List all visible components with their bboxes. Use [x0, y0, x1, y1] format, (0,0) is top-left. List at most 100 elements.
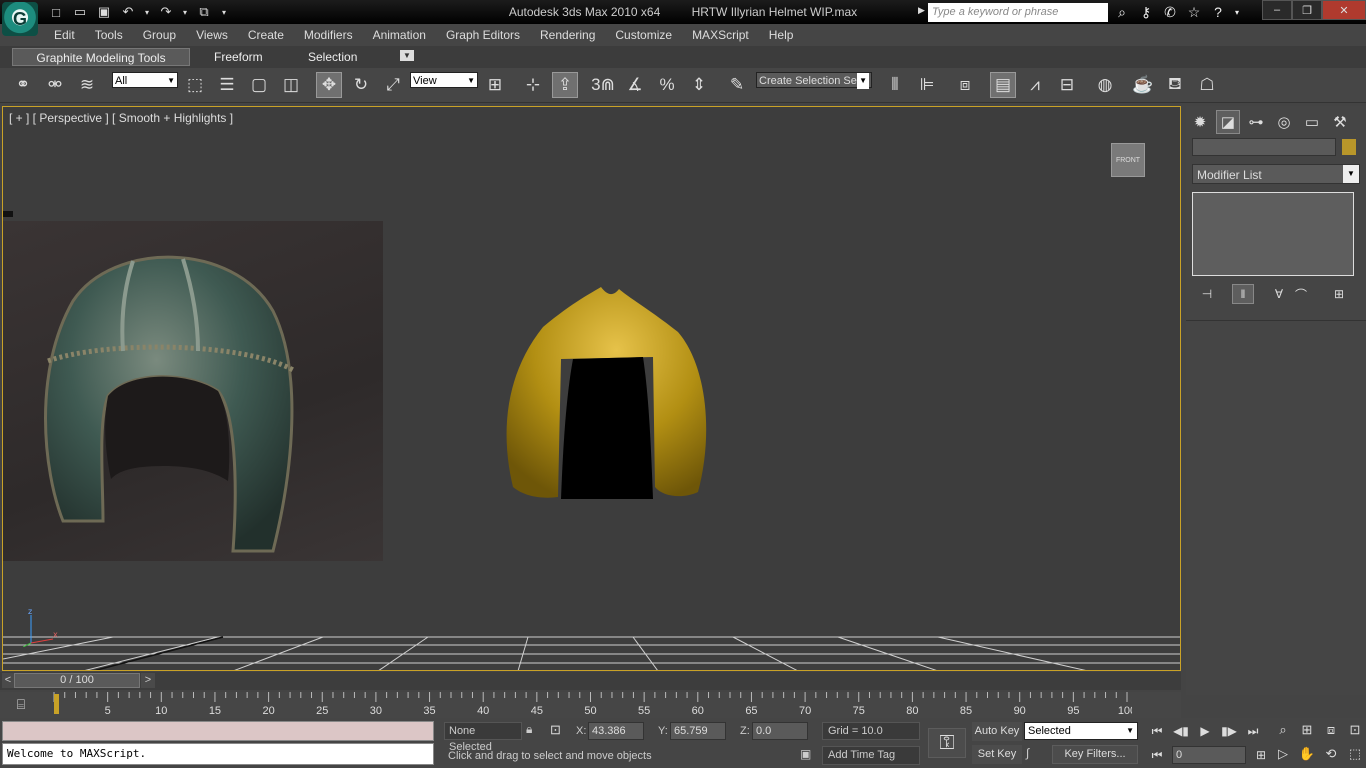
zoom-icon[interactable]: ⌕: [1272, 720, 1294, 740]
viewport-label-menu[interactable]: [ + ] [ Perspective ] [ Smooth + Highlig…: [9, 111, 233, 125]
add-time-tag-button[interactable]: Add Time Tag: [822, 746, 920, 765]
helmet-model-mesh[interactable]: [503, 287, 713, 510]
set-keys-key-icon[interactable]: ⚿: [928, 728, 966, 758]
key-mode-select[interactable]: Selected ▼: [1024, 722, 1138, 740]
close-icon[interactable]: ✕: [1322, 0, 1366, 20]
quick-access-dropdown-icon[interactable]: ▾: [218, 2, 230, 22]
key-filters-button[interactable]: Key Filters...: [1052, 745, 1138, 764]
spinner-snap-toggle-icon[interactable]: ⇕: [686, 72, 712, 98]
key-mode-toggle-icon[interactable]: ⏮: [1146, 746, 1168, 764]
select-and-move-icon[interactable]: ✥: [316, 72, 342, 98]
reference-image-plane[interactable]: [3, 221, 383, 561]
select-object-icon[interactable]: ⬚: [182, 72, 208, 98]
favorites-star-icon[interactable]: ☆: [1184, 2, 1204, 22]
infocenter-search-input[interactable]: Type a keyword or phrase: [928, 3, 1108, 22]
project-folder-icon[interactable]: ⧉: [194, 2, 214, 22]
edit-named-selection-sets-icon[interactable]: ✎: [724, 72, 750, 98]
application-button-icon[interactable]: G: [2, 2, 38, 36]
object-name-input[interactable]: [1192, 138, 1336, 156]
time-slider-thumb[interactable]: 0 / 100: [14, 673, 140, 688]
help-icon[interactable]: ?: [1208, 2, 1228, 22]
graphite-modeling-tools-toggle-icon[interactable]: ▤: [990, 72, 1016, 98]
show-end-result-icon[interactable]: ‖: [1232, 284, 1254, 304]
reference-coordinate-select[interactable]: View ▼: [410, 72, 478, 88]
unlink-selection-icon[interactable]: ⚮: [42, 72, 68, 98]
go-to-end-icon[interactable]: ⏭: [1242, 722, 1264, 740]
modifier-stack-list[interactable]: [1192, 192, 1354, 276]
make-unique-icon[interactable]: ∀: [1268, 284, 1290, 304]
menu-tools[interactable]: Tools: [85, 24, 133, 46]
redo-dropdown-icon[interactable]: ▾: [180, 2, 190, 22]
time-slider-previous[interactable]: <: [2, 673, 14, 688]
window-crossing-icon[interactable]: ◫: [278, 72, 304, 98]
selection-lock-icon[interactable]: 🔒︎: [526, 722, 542, 740]
time-configuration-icon[interactable]: ⊞: [1250, 746, 1272, 764]
viewcube[interactable]: FRONT: [1111, 143, 1145, 177]
curve-editor-icon[interactable]: ⩘: [1022, 72, 1048, 98]
remove-modifier-icon[interactable]: ⌒: [1290, 284, 1312, 304]
selection-filter-select[interactable]: All ▼: [112, 72, 178, 88]
play-icon[interactable]: ▶: [1194, 722, 1216, 740]
open-file-icon[interactable]: ▭: [70, 2, 90, 22]
menu-graph-editors[interactable]: Graph Editors: [436, 24, 530, 46]
modify-panel-icon[interactable]: ◪: [1216, 110, 1240, 134]
next-frame-icon[interactable]: ▮▶: [1218, 722, 1240, 740]
rectangular-selection-region-icon[interactable]: ▢: [246, 72, 272, 98]
tab-freeform[interactable]: Freeform: [214, 48, 263, 66]
communication-center-icon[interactable]: ✆: [1160, 2, 1180, 22]
motion-panel-icon[interactable]: ◎: [1272, 110, 1296, 134]
open-mini-curve-editor-icon[interactable]: ⌸: [8, 694, 34, 714]
current-frame-marker[interactable]: [54, 694, 59, 714]
restore-icon[interactable]: ❐: [1292, 0, 1322, 20]
select-and-scale-icon[interactable]: ⤢: [380, 72, 406, 98]
render-setup-icon[interactable]: ☕: [1130, 72, 1156, 98]
minimize-icon[interactable]: ‒: [1262, 0, 1292, 20]
zoom-extents-icon[interactable]: ⧈: [1320, 720, 1342, 740]
set-key-button[interactable]: Set Key: [972, 745, 1022, 764]
select-by-name-icon[interactable]: ☰: [214, 72, 240, 98]
menu-maxscript[interactable]: MAXScript: [682, 24, 759, 46]
maxscript-listener-input[interactable]: [2, 721, 434, 741]
menu-help[interactable]: Help: [759, 24, 804, 46]
display-panel-icon[interactable]: ▭: [1300, 110, 1324, 134]
undo-icon[interactable]: ↶: [118, 2, 138, 22]
time-slider-next[interactable]: >: [141, 673, 155, 688]
align-icon[interactable]: ⊫: [914, 72, 940, 98]
save-icon[interactable]: ▣: [94, 2, 114, 22]
subscription-key-icon[interactable]: ⚷: [1136, 2, 1156, 22]
undo-dropdown-icon[interactable]: ▾: [142, 2, 152, 22]
time-tag-icon[interactable]: ▣: [800, 747, 818, 765]
rendered-frame-window-icon[interactable]: ⛾: [1162, 72, 1188, 98]
create-panel-icon[interactable]: ✹: [1188, 110, 1212, 134]
menu-rendering[interactable]: Rendering: [530, 24, 605, 46]
absolute-mode-transform-icon[interactable]: ⊡: [550, 722, 570, 740]
object-color-swatch[interactable]: [1342, 139, 1356, 155]
menu-customize[interactable]: Customize: [605, 24, 682, 46]
tab-graphite-modeling-tools[interactable]: Graphite Modeling Tools: [12, 48, 190, 66]
snaps-toggle-icon[interactable]: 3 ⋒: [590, 72, 616, 98]
angle-snap-toggle-icon[interactable]: ∡: [622, 72, 648, 98]
named-selection-sets-select[interactable]: Create Selection Se ▼: [756, 72, 872, 89]
menu-group[interactable]: Group: [133, 24, 186, 46]
menu-create[interactable]: Create: [238, 24, 294, 46]
default-in-out-tangent-icon[interactable]: ∫: [1026, 746, 1048, 764]
use-pivot-center-icon[interactable]: ⊞: [482, 72, 508, 98]
mirror-icon[interactable]: ⫴: [882, 72, 908, 98]
menu-animation[interactable]: Animation: [363, 24, 436, 46]
pan-view-icon[interactable]: ✋: [1296, 744, 1318, 764]
menu-modifiers[interactable]: Modifiers: [294, 24, 363, 46]
frame-ruler[interactable]: 5 10 15 20 25 30 35 40 45 50 55 60 65 70 75 80 85 90 95 100: [52, 692, 1132, 718]
menu-views[interactable]: Views: [186, 24, 238, 46]
y-coord-field[interactable]: 65.759: [670, 722, 726, 740]
previous-frame-icon[interactable]: ◀▮: [1170, 722, 1192, 740]
bind-to-space-warp-icon[interactable]: ≋: [74, 72, 100, 98]
configure-modifier-sets-icon[interactable]: ⊞: [1328, 284, 1350, 304]
field-of-view-icon[interactable]: ▷: [1272, 744, 1294, 764]
orbit-icon[interactable]: ⟲: [1320, 744, 1342, 764]
redo-icon[interactable]: ↷: [156, 2, 176, 22]
zoom-all-icon[interactable]: ⊞: [1296, 720, 1318, 740]
auto-key-button[interactable]: Auto Key: [972, 722, 1022, 741]
binoculars-icon[interactable]: ⌕: [1112, 2, 1132, 22]
zoom-extents-all-icon[interactable]: ⊡: [1344, 720, 1366, 740]
render-production-icon[interactable]: ☖: [1194, 72, 1220, 98]
